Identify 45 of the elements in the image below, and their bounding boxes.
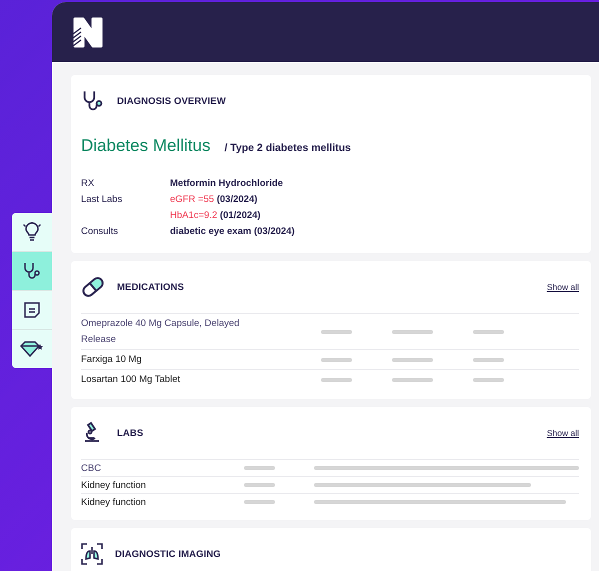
placeholder-bar bbox=[473, 378, 504, 382]
section-title: DIAGNOSTIC IMAGING bbox=[115, 548, 221, 560]
show-all-link[interactable]: Show all bbox=[546, 282, 579, 292]
placeholder-bar bbox=[321, 358, 352, 362]
lab-name: CBC bbox=[81, 462, 102, 474]
placeholder-bar bbox=[321, 378, 352, 382]
stethoscope-icon bbox=[81, 89, 105, 113]
detail-value: Metformin Hydrochloride bbox=[170, 178, 284, 189]
stethoscope-icon bbox=[22, 261, 42, 281]
placeholder-bar bbox=[473, 330, 504, 334]
side-tab[interactable] bbox=[12, 291, 52, 329]
placeholder-bar bbox=[473, 358, 504, 362]
section-title: MEDICATIONS bbox=[117, 282, 184, 292]
diamond-star-icon bbox=[20, 340, 44, 358]
show-all-link[interactable]: Show all bbox=[546, 428, 579, 438]
capsule-icon bbox=[81, 275, 105, 299]
detail-label: RX bbox=[81, 178, 94, 189]
logo-icon bbox=[71, 16, 103, 48]
section-title: DIAGNOSIS OVERVIEW bbox=[117, 96, 226, 106]
section-title: LABS bbox=[117, 428, 144, 438]
lab-name: Kidney function bbox=[81, 478, 147, 492]
medication-name: Omeprazole 40 Mg Capsule, Delayed Release bbox=[81, 316, 240, 346]
medication-name: Farxiga 10 Mg bbox=[81, 352, 143, 366]
placeholder-bar bbox=[392, 330, 433, 334]
placeholder-bar bbox=[244, 500, 275, 504]
condition-name: Diabetes Mellitus bbox=[81, 136, 210, 156]
lab-name: Kidney function bbox=[81, 496, 147, 508]
placeholder-bar bbox=[244, 466, 275, 470]
lightbulb-icon bbox=[22, 222, 42, 242]
placeholder-bar bbox=[244, 483, 275, 487]
side-tab[interactable] bbox=[12, 252, 52, 290]
side-tab[interactable] bbox=[12, 330, 52, 368]
detail-label: Last Labs bbox=[81, 194, 122, 205]
lungs-scan-icon bbox=[81, 543, 103, 565]
condition-subtype: / Type 2 diabetes mellitus bbox=[224, 142, 351, 154]
placeholder-bar bbox=[392, 378, 433, 382]
medication-name: Losartan 100 Mg Tablet bbox=[81, 372, 182, 386]
side-tab[interactable] bbox=[12, 213, 52, 251]
detail-label: Consults bbox=[81, 226, 118, 237]
detail-value: diabetic eye exam (03/2024) bbox=[170, 226, 296, 237]
placeholder-bar bbox=[392, 358, 433, 362]
detail-value: HbA1c=9.2 (01/2024) bbox=[170, 210, 262, 221]
detail-value: eGFR =55 (03/2024) bbox=[170, 194, 258, 205]
note-icon bbox=[23, 301, 41, 319]
placeholder-bar bbox=[321, 330, 352, 334]
